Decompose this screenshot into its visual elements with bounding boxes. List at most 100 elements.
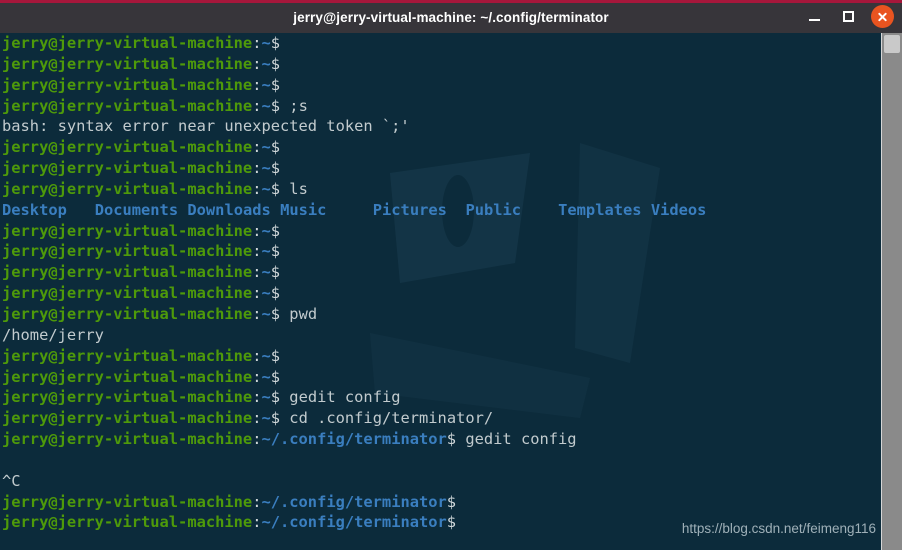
prompt-command: pwd bbox=[280, 304, 318, 323]
prompt-sigil: $ bbox=[270, 138, 281, 157]
terminal-output-line bbox=[2, 450, 902, 471]
terminal-prompt-line: jerry@jerry-virtual-machine:~$ ;s bbox=[2, 96, 902, 117]
terminal-prompt-line: jerry@jerry-virtual-machine:~/.config/te… bbox=[2, 492, 902, 513]
prompt-user-host: jerry@jerry-virtual-machine bbox=[2, 96, 253, 115]
prompt-user-host: jerry@jerry-virtual-machine bbox=[2, 242, 253, 261]
prompt-sigil: $ bbox=[270, 409, 281, 428]
terminal-output: jerry@jerry-virtual-machine:~$ jerry@jerr… bbox=[2, 33, 902, 533]
prompt-user-host: jerry@jerry-virtual-machine bbox=[2, 284, 253, 303]
prompt-user-host: jerry@jerry-virtual-machine bbox=[2, 159, 253, 178]
prompt-sigil: $ bbox=[270, 179, 281, 198]
terminal-prompt-line: jerry@jerry-virtual-machine:~$ bbox=[2, 137, 902, 158]
prompt-path: ~ bbox=[261, 221, 271, 240]
prompt-user-host: jerry@jerry-virtual-machine bbox=[2, 367, 253, 386]
output-text: bash: syntax error near unexpected token… bbox=[2, 117, 410, 136]
output-text: ^C bbox=[2, 471, 21, 490]
ls-gap bbox=[178, 201, 187, 219]
terminal-prompt-line: jerry@jerry-virtual-machine:~$ bbox=[2, 346, 902, 367]
prompt-user-host: jerry@jerry-virtual-machine bbox=[2, 34, 253, 52]
ls-gap bbox=[271, 201, 280, 219]
terminal-output-line: ^C bbox=[2, 471, 902, 492]
ls-entry: Documents bbox=[94, 200, 179, 219]
prompt-user-host: jerry@jerry-virtual-machine bbox=[2, 221, 253, 240]
close-button[interactable] bbox=[865, 0, 899, 33]
prompt-sigil: $ bbox=[270, 34, 281, 52]
prompt-sigil: $ bbox=[446, 513, 457, 532]
terminal-prompt-line: jerry@jerry-virtual-machine:~$ bbox=[2, 283, 902, 304]
ls-gap bbox=[447, 201, 466, 219]
window-titlebar[interactable]: jerry@jerry-virtual-machine: ~/.config/t… bbox=[0, 0, 902, 33]
prompt-path: ~ bbox=[261, 138, 271, 157]
prompt-command: ;s bbox=[280, 96, 308, 115]
prompt-sigil: $ bbox=[270, 263, 281, 282]
window-controls bbox=[797, 0, 902, 33]
terminal-prompt-line: jerry@jerry-virtual-machine:~$ bbox=[2, 221, 902, 242]
prompt-sigil: $ bbox=[270, 388, 281, 407]
prompt-sigil: $ bbox=[270, 304, 281, 323]
prompt-path: ~ bbox=[261, 242, 271, 261]
terminal-prompt-line: jerry@jerry-virtual-machine:~$ bbox=[2, 241, 902, 262]
ls-entry: Desktop bbox=[2, 200, 67, 219]
terminal-prompt-line: jerry@jerry-virtual-machine:~$ bbox=[2, 75, 902, 96]
prompt-path: ~ bbox=[261, 367, 271, 386]
terminal-prompt-line: jerry@jerry-virtual-machine:~$ ls bbox=[2, 179, 902, 200]
prompt-path: ~ bbox=[261, 388, 271, 407]
prompt-user-host: jerry@jerry-virtual-machine bbox=[2, 388, 253, 407]
prompt-user-host: jerry@jerry-virtual-machine bbox=[2, 75, 253, 94]
ls-entry: Downloads bbox=[187, 200, 271, 219]
prompt-path: ~ bbox=[261, 304, 271, 323]
maximize-icon bbox=[842, 11, 854, 22]
prompt-path: ~ bbox=[261, 34, 271, 52]
prompt-path: ~ bbox=[261, 75, 271, 94]
prompt-path: ~ bbox=[261, 96, 271, 115]
prompt-user-host: jerry@jerry-virtual-machine bbox=[2, 430, 253, 449]
terminal-output-line: /home/jerry bbox=[2, 325, 902, 346]
minimize-button[interactable] bbox=[797, 0, 831, 33]
ls-gap bbox=[67, 201, 95, 219]
terminal-prompt-line: jerry@jerry-virtual-machine:~$ bbox=[2, 33, 902, 54]
prompt-sigil: $ bbox=[446, 430, 457, 449]
ls-entry: Pictures bbox=[372, 200, 447, 219]
terminal-ls-output: Desktop Documents Downloads Music Pictur… bbox=[2, 200, 902, 221]
ls-gap bbox=[521, 201, 558, 219]
window-title: jerry@jerry-virtual-machine: ~/.config/t… bbox=[293, 10, 609, 25]
prompt-sigil: $ bbox=[270, 75, 281, 94]
prompt-path: ~ bbox=[261, 159, 271, 178]
terminal-prompt-line: jerry@jerry-virtual-machine:~$ bbox=[2, 262, 902, 283]
prompt-command: cd .config/terminator/ bbox=[280, 409, 494, 428]
prompt-sigil: $ bbox=[270, 159, 281, 178]
prompt-user-host: jerry@jerry-virtual-machine bbox=[2, 138, 253, 157]
prompt-sigil: $ bbox=[270, 242, 281, 261]
prompt-sigil: $ bbox=[270, 96, 281, 115]
prompt-user-host: jerry@jerry-virtual-machine bbox=[2, 513, 253, 532]
ls-entry: Public bbox=[465, 200, 522, 219]
terminal-window: jerry@jerry-virtual-machine: ~/.config/t… bbox=[0, 0, 902, 550]
prompt-path: ~/.config/terminator bbox=[261, 513, 447, 532]
scrollbar-thumb[interactable] bbox=[884, 35, 900, 53]
prompt-path: ~ bbox=[261, 263, 271, 282]
prompt-user-host: jerry@jerry-virtual-machine bbox=[2, 409, 253, 428]
prompt-user-host: jerry@jerry-virtual-machine bbox=[2, 179, 253, 198]
prompt-user-host: jerry@jerry-virtual-machine bbox=[2, 54, 253, 73]
close-icon bbox=[870, 5, 894, 28]
terminal-prompt-line: jerry@jerry-virtual-machine:~/.config/te… bbox=[2, 429, 902, 450]
prompt-sigil: $ bbox=[270, 367, 281, 386]
terminal-output-line: bash: syntax error near unexpected token… bbox=[2, 116, 902, 137]
prompt-sigil: $ bbox=[270, 54, 281, 73]
prompt-user-host: jerry@jerry-virtual-machine bbox=[2, 492, 253, 511]
prompt-path: ~ bbox=[261, 346, 271, 365]
prompt-sigil: $ bbox=[446, 492, 457, 511]
terminal-prompt-line: jerry@jerry-virtual-machine:~$ pwd bbox=[2, 304, 902, 325]
terminal-screen[interactable]: jerry@jerry-virtual-machine:~$ jerry@jerr… bbox=[0, 33, 902, 550]
vertical-scrollbar[interactable] bbox=[881, 33, 902, 550]
maximize-button[interactable] bbox=[831, 0, 865, 33]
prompt-path: ~ bbox=[261, 409, 271, 428]
terminal-prompt-line: jerry@jerry-virtual-machine:~$ cd .confi… bbox=[2, 408, 902, 429]
prompt-path: ~ bbox=[261, 54, 271, 73]
terminal-prompt-line: jerry@jerry-virtual-machine:~$ bbox=[2, 54, 902, 75]
ls-entry: Templates bbox=[558, 200, 642, 219]
terminal-prompt-line: jerry@jerry-virtual-machine:~$ gedit con… bbox=[2, 387, 902, 408]
prompt-path: ~/.config/terminator bbox=[261, 430, 447, 449]
prompt-path: ~ bbox=[261, 179, 271, 198]
